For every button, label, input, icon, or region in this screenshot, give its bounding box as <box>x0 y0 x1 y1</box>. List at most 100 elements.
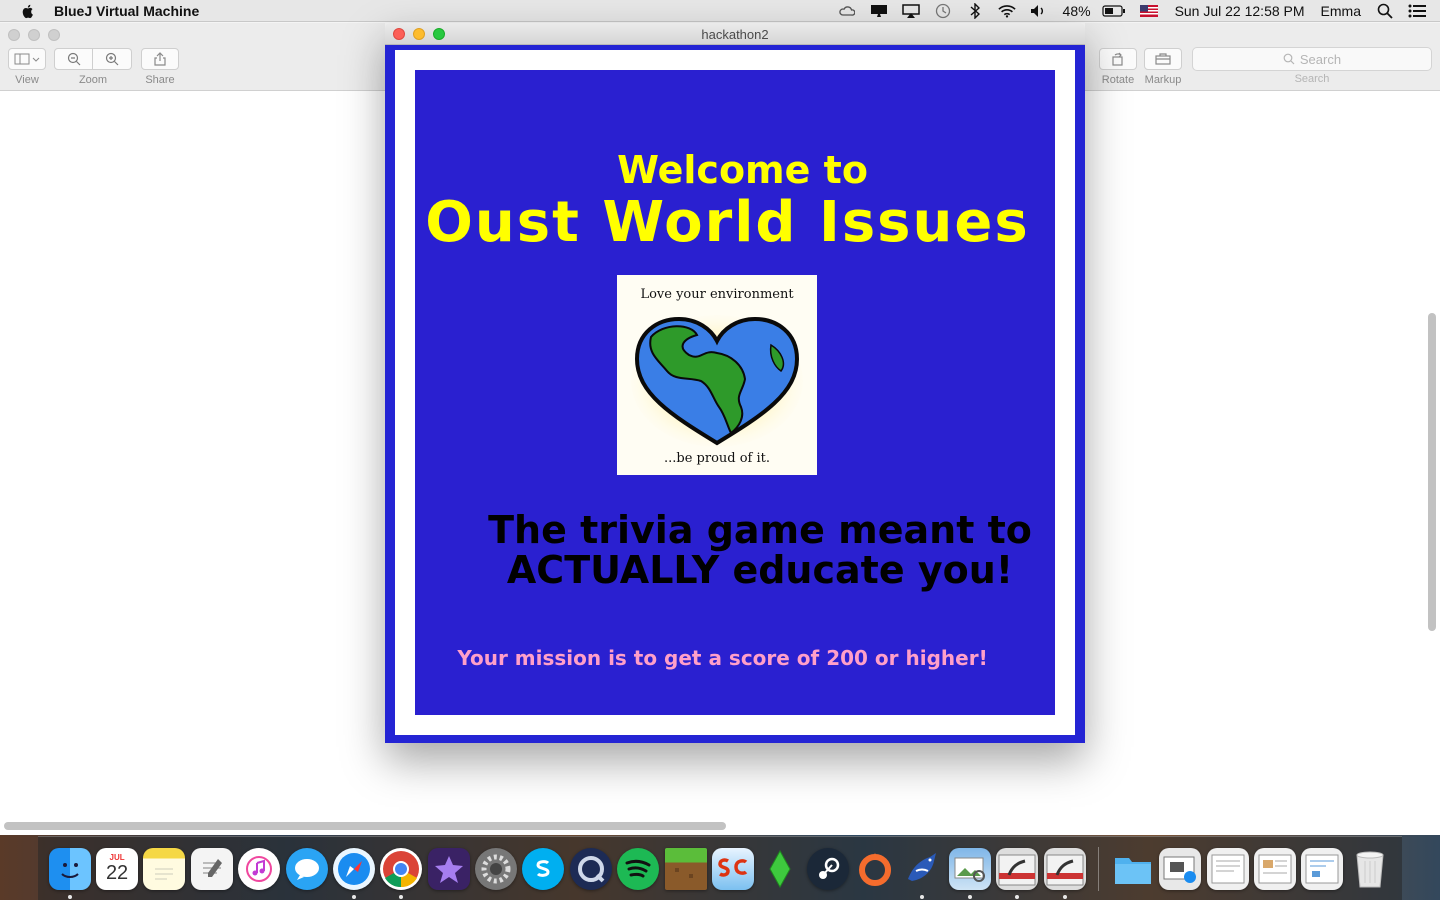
dock-imovie[interactable] <box>427 847 470 890</box>
bluej-window-thumbnail-icon <box>998 854 1036 885</box>
dock-preview[interactable] <box>948 847 991 899</box>
calendar-month: JUL <box>109 852 125 862</box>
markup-group: Markup <box>1144 48 1182 86</box>
dock-screenshot-4[interactable] <box>1301 847 1344 890</box>
dock-calendar[interactable]: JUL 22 <box>96 847 139 890</box>
dock-spotify[interactable] <box>617 847 660 890</box>
earth-heart-icon <box>631 315 803 447</box>
dock-bluej[interactable] <box>901 848 943 899</box>
creative-cloud-icon[interactable] <box>838 4 856 18</box>
close-button[interactable] <box>8 29 20 41</box>
dock-messages[interactable] <box>285 847 328 890</box>
minimize-button[interactable] <box>28 29 40 41</box>
dock-screenshot-1[interactable] <box>1159 847 1202 890</box>
battery-icon[interactable] <box>1101 4 1126 18</box>
chrome-icon <box>383 850 420 887</box>
view-button[interactable] <box>8 48 46 70</box>
zoom-group: Zoom <box>54 48 132 86</box>
dock-folder[interactable] <box>1112 848 1154 890</box>
dock-textedit[interactable] <box>190 847 233 890</box>
dock-trash[interactable] <box>1349 848 1391 890</box>
quicktime-icon <box>577 855 605 882</box>
dock-origin[interactable] <box>854 848 896 890</box>
view-group: View <box>8 48 46 86</box>
dock-notes[interactable] <box>143 847 186 890</box>
clock[interactable]: Sun Jul 22 12:58 PM <box>1175 3 1305 19</box>
dock-minecraft[interactable] <box>664 847 707 890</box>
grass-block-icon <box>674 867 693 878</box>
dock-sims[interactable] <box>759 848 801 890</box>
sc-logo-icon <box>718 857 748 877</box>
dock-steam[interactable] <box>806 847 849 890</box>
dock-quicktime[interactable] <box>569 847 612 890</box>
user-name[interactable]: Emma <box>1321 3 1361 19</box>
horizontal-scrollbar[interactable] <box>4 822 726 830</box>
zoom-in-button[interactable] <box>93 48 132 70</box>
screenshot-thumbnail-icon <box>1163 856 1197 883</box>
welcome-heading: Welcome to <box>617 148 868 192</box>
dock-system-preferences[interactable] <box>475 847 518 890</box>
gear-icon <box>481 854 511 883</box>
battery-percent[interactable]: 48% <box>1063 3 1091 19</box>
calendar-day: 22 <box>105 861 129 884</box>
time-machine-icon[interactable] <box>934 3 952 19</box>
messages-icon <box>294 858 319 880</box>
share-label: Share <box>145 74 175 86</box>
zoom-controls <box>54 48 132 70</box>
search-field[interactable]: Search <box>1192 47 1432 71</box>
dock-skype[interactable] <box>522 847 565 890</box>
rotate-group: Rotate <box>1099 48 1137 86</box>
volume-icon[interactable] <box>1030 4 1048 18</box>
game-frame-border: Welcome to Oust World Issues Love your e… <box>395 50 1075 735</box>
apple-icon[interactable] <box>20 3 36 19</box>
sidebar-icon <box>14 53 40 65</box>
preview-window-controls <box>8 29 68 41</box>
dock: JUL 22 <box>38 836 1402 900</box>
dock-chrome[interactable] <box>380 847 423 899</box>
folder-icon <box>1114 857 1151 884</box>
zoom-out-button[interactable] <box>54 48 93 70</box>
poster-caption-top: Love your environment <box>640 287 794 302</box>
vertical-scrollbar[interactable] <box>1428 313 1436 631</box>
zoom-window-button[interactable] <box>48 29 60 41</box>
dock-screenshot-2[interactable] <box>1206 847 1249 890</box>
toolbox-icon <box>1155 53 1171 65</box>
notification-center-icon[interactable] <box>1408 4 1426 18</box>
dock-finder[interactable] <box>48 847 91 899</box>
plumbob-icon <box>769 849 791 888</box>
textedit-icon <box>202 858 222 877</box>
search-placeholder: Search <box>1299 51 1342 67</box>
dock-safari[interactable] <box>332 847 375 899</box>
active-app-name[interactable]: BlueJ Virtual Machine <box>54 3 199 19</box>
finder-icon <box>60 862 79 878</box>
mission-text: Your mission is to get a score of 200 or… <box>457 646 988 670</box>
rotate-button[interactable] <box>1099 48 1137 70</box>
dock-screenshot-3[interactable] <box>1254 847 1297 890</box>
bluetooth-icon[interactable] <box>966 3 984 19</box>
display-icon[interactable] <box>870 4 888 18</box>
search-icon <box>1283 53 1295 65</box>
share-button[interactable] <box>141 48 179 70</box>
spotify-icon <box>625 859 651 877</box>
dock-itunes[interactable] <box>238 847 281 890</box>
trash-icon <box>1356 851 1384 887</box>
steam-icon <box>818 857 839 879</box>
menu-bar: BlueJ Virtual Machine 48% Sun Jul 22 12:… <box>0 0 1440 22</box>
tagline-line-2: ACTUALLY educate you! <box>506 548 1014 592</box>
flag-icon[interactable] <box>1139 4 1158 18</box>
markup-button[interactable] <box>1144 48 1182 70</box>
game-window-titlebar[interactable]: hackathon2 <box>385 23 1085 45</box>
dock-sc-app[interactable] <box>711 847 754 890</box>
spotlight-icon[interactable] <box>1376 3 1394 19</box>
dock-bluej-window-2[interactable] <box>1043 847 1086 899</box>
airplay-icon[interactable] <box>901 4 920 18</box>
title-screen-panel[interactable]: Welcome to Oust World Issues Love your e… <box>415 70 1055 715</box>
tagline-line-1: The trivia game meant to <box>488 508 1032 552</box>
bluej-bird-icon <box>908 852 937 881</box>
origin-icon <box>859 852 892 886</box>
game-tagline: The trivia game meant to ACTUALLY educat… <box>455 510 1065 590</box>
zoom-in-icon <box>105 52 119 66</box>
dock-bluej-window-1[interactable] <box>996 847 1039 899</box>
window-title: hackathon2 <box>701 27 769 42</box>
wifi-icon[interactable] <box>997 4 1016 18</box>
